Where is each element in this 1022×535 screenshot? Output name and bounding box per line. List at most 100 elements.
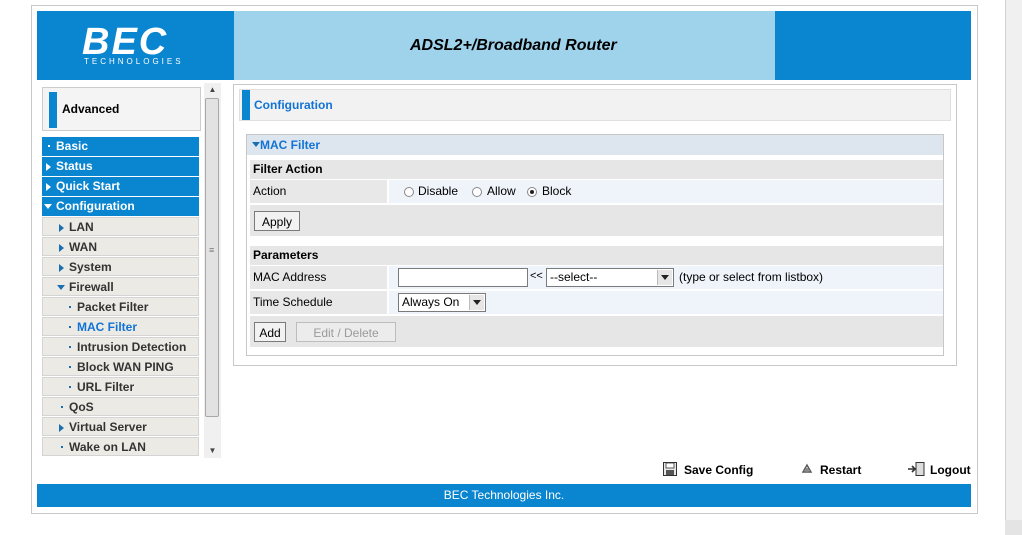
sidebar-item-qos[interactable]: QoS	[42, 397, 199, 416]
expand-arrow-icon	[59, 424, 64, 432]
bec-logo: BEC TECHNOLOGIES	[37, 11, 234, 80]
sidebar-item-firewall[interactable]: Firewall	[42, 277, 199, 296]
action-value-cell: Disable Allow Block	[389, 180, 943, 203]
sidebar-item-label: Intrusion Detection	[77, 340, 187, 354]
sidebar-item-basic[interactable]: Basic	[42, 137, 199, 156]
sidebar-item-block-wan-ping[interactable]: Block WAN PING	[42, 357, 199, 376]
sidebar-item-label: URL Filter	[77, 380, 135, 394]
expand-arrow-icon	[46, 163, 51, 171]
bullet-icon	[69, 326, 71, 328]
sidebar-item-configuration[interactable]: Configuration	[42, 197, 199, 216]
action-row: Action Disable Allow Block	[250, 180, 943, 203]
panel-title: Configuration	[254, 98, 333, 112]
mac-select-value: --select--	[550, 270, 598, 284]
radio-block-label[interactable]: Block	[542, 184, 571, 198]
restart-icon	[801, 463, 813, 473]
sidebar-item-intrusion-detection[interactable]: Intrusion Detection	[42, 337, 199, 356]
scrollbar-corner	[1005, 520, 1022, 535]
mac-hint: (type or select from listbox)	[679, 270, 824, 284]
sidebar-scrollbar[interactable]: ▲ ≡ ▼	[204, 83, 221, 458]
radio-disable-label[interactable]: Disable	[418, 184, 458, 198]
sidebar-menu: Basic Status Quick Start Configuration LAN WA…	[42, 137, 199, 457]
sidebar-item-label: LAN	[69, 220, 94, 234]
schedule-value-cell: Always On	[389, 291, 943, 314]
bullet-icon	[69, 306, 71, 308]
section-label: Advanced	[62, 102, 120, 116]
radio-allow[interactable]	[472, 187, 482, 197]
sidebar-item-lan[interactable]: LAN	[42, 217, 199, 236]
bullet-icon	[69, 346, 71, 348]
collapse-arrow-icon	[44, 204, 52, 209]
sidebar-item-label: Packet Filter	[77, 300, 149, 314]
logout-door-icon	[908, 462, 925, 476]
sidebar-item-packet-filter[interactable]: Packet Filter	[42, 297, 199, 316]
expand-arrow-icon	[59, 244, 64, 252]
header-right-block	[775, 11, 971, 80]
grip-icon: ≡	[209, 245, 215, 255]
sidebar-item-label: Virtual Server	[69, 420, 147, 434]
expand-arrow-icon	[46, 183, 51, 191]
sidebar-item-label: Status	[56, 159, 93, 173]
schedule-select-value: Always On	[402, 295, 460, 309]
add-button[interactable]: Add	[254, 322, 286, 342]
add-row: Add Edit / Delete	[250, 316, 943, 347]
save-config-label: Save Config	[684, 463, 754, 477]
header-accent-bar	[242, 90, 250, 120]
expand-arrow-icon	[59, 264, 64, 272]
sidebar-item-url-filter[interactable]: URL Filter	[42, 377, 199, 396]
company-name: BEC Technologies Inc.	[443, 488, 565, 502]
sidebar-item-system[interactable]: System	[42, 257, 199, 276]
sidebar-item-wake-on-lan[interactable]: Wake on LAN	[42, 437, 199, 456]
sidebar-item-wan[interactable]: WAN	[42, 237, 199, 256]
collapse-arrow-icon[interactable]	[252, 142, 260, 147]
mac-filter-header[interactable]: MAC Filter	[247, 135, 943, 155]
bullet-icon	[69, 366, 71, 368]
mac-label-cell: MAC Address	[250, 266, 387, 289]
configuration-header: Configuration	[239, 89, 951, 121]
sidebar-item-label: Block WAN PING	[77, 360, 174, 374]
parameters-heading-text: Parameters	[253, 248, 319, 262]
sidebar-item-status[interactable]: Status	[42, 157, 199, 176]
mac-filter-box: MAC Filter Filter Action Action Disable …	[246, 134, 944, 356]
scroll-down-arrow-icon[interactable]: ▼	[204, 444, 221, 458]
scroll-up-arrow-icon[interactable]: ▲	[204, 83, 221, 97]
mac-address-select[interactable]: --select--	[546, 268, 674, 287]
radio-allow-label[interactable]: Allow	[487, 184, 516, 198]
sidebar-item-virtual-server[interactable]: Virtual Server	[42, 417, 199, 436]
edit-delete-button[interactable]: Edit / Delete	[296, 322, 396, 342]
page-title: ADSL2+/Broadband Router	[410, 37, 617, 54]
footer-bar: BEC Technologies Inc.	[37, 484, 971, 507]
bullet-icon	[61, 446, 63, 448]
filter-action-heading: Filter Action	[250, 160, 943, 179]
schedule-label-cell: Time Schedule	[250, 291, 387, 314]
sidebar-item-quick-start[interactable]: Quick Start	[42, 177, 199, 196]
dropdown-arrow-icon[interactable]	[469, 295, 484, 310]
action-label: Action	[253, 184, 287, 198]
time-schedule-select[interactable]: Always On	[398, 293, 486, 312]
sidebar-item-label: QoS	[69, 400, 94, 414]
radio-block[interactable]	[527, 187, 537, 197]
mac-address-label: MAC Address	[253, 270, 327, 284]
radio-disable[interactable]	[404, 187, 414, 197]
dropdown-arrow-icon[interactable]	[657, 270, 672, 285]
sidebar-item-label: Firewall	[69, 280, 114, 294]
logo-subtitle: TECHNOLOGIES	[84, 57, 184, 66]
mac-filter-title: MAC Filter	[260, 138, 320, 152]
parameters-heading: Parameters	[250, 246, 943, 265]
mac-address-input[interactable]	[398, 268, 528, 287]
configuration-panel: Configuration MAC Filter Filter Action A…	[233, 84, 957, 366]
sidebar-item-label: Configuration	[56, 199, 135, 213]
time-schedule-label: Time Schedule	[253, 295, 333, 309]
mac-value-cell: << --select-- (type or select from listb…	[389, 266, 943, 289]
sidebar-item-label: Quick Start	[56, 179, 121, 193]
scroll-thumb[interactable]: ≡	[205, 98, 219, 417]
sidebar-item-label: System	[69, 260, 112, 274]
restart-label: Restart	[820, 463, 862, 477]
apply-button[interactable]: Apply	[254, 211, 300, 231]
sidebar-item-mac-filter[interactable]: MAC Filter	[42, 317, 199, 336]
section-accent-bar	[49, 92, 57, 128]
sidebar-item-label: Basic	[56, 139, 89, 153]
collapse-arrow-icon	[57, 285, 65, 290]
bullet-icon	[48, 145, 50, 147]
window-scrollbar[interactable]	[1005, 0, 1022, 535]
